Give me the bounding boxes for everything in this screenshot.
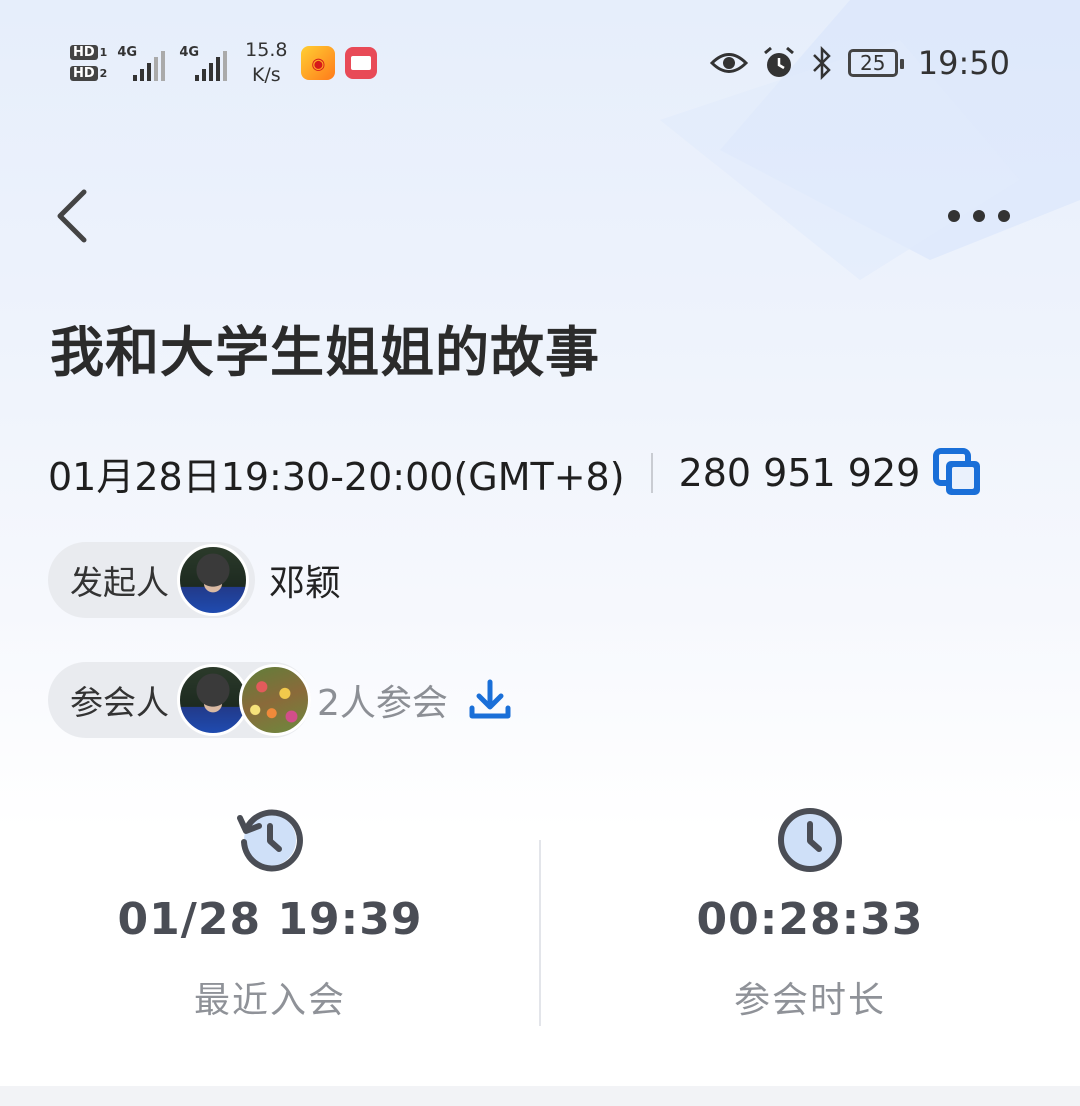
- clock-icon: [778, 808, 842, 872]
- duration-label: 参会时长: [733, 980, 886, 1021]
- download-icon[interactable]: [466, 676, 514, 724]
- meeting-stats: 01/28 19:39 最近入会 00:28:33 参会时长: [0, 800, 1080, 1040]
- participant-avatar: [239, 664, 311, 736]
- participants-pill[interactable]: 参会人: [48, 662, 311, 738]
- participants-count[interactable]: 2人参会: [317, 674, 448, 726]
- more-options-button[interactable]: [948, 198, 1010, 234]
- sim2-indicator: HD 2: [70, 66, 107, 81]
- recent-join-value: 01/28 19:39: [117, 894, 423, 945]
- host-row: 发起人 邓颖: [48, 542, 341, 618]
- copy-icon[interactable]: [932, 447, 984, 499]
- dot: [998, 210, 1010, 222]
- meeting-title: 我和大学生姐姐的故事: [50, 321, 600, 384]
- sim-indicators: HD 1 HD 2: [70, 45, 107, 81]
- history-icon: [237, 809, 303, 872]
- host-avatar: [177, 544, 249, 616]
- section-divider: [0, 1086, 1080, 1106]
- book-app-icon: [345, 47, 378, 79]
- duration-stat: 00:28:33 参会时长: [540, 800, 1080, 1023]
- participants-row: 参会人 2人参会: [48, 662, 514, 738]
- status-bar: HD 1 HD 2 4G 4G 15.8 K/s ◉ 25 19:50: [0, 0, 1080, 130]
- host-pill[interactable]: 发起人: [48, 542, 255, 618]
- duration-value: 00:28:33: [696, 894, 924, 945]
- host-name: 邓颖: [269, 563, 342, 604]
- eye-icon: [709, 53, 748, 73]
- dot: [948, 210, 960, 222]
- signal-icon-2: 4G: [179, 41, 231, 85]
- meeting-datetime: 01月28日19:30-20:00(GMT+8): [48, 454, 625, 499]
- back-button[interactable]: [48, 184, 104, 248]
- meeting-meta: 01月28日19:30-20:00(GMT+8) 280 951 929: [48, 446, 984, 500]
- sim1-indicator: HD 1: [70, 45, 107, 60]
- dot: [973, 210, 985, 222]
- battery-indicator: 25: [847, 49, 904, 77]
- alarm-icon: [763, 46, 794, 77]
- meeting-id: 280 951 929: [678, 451, 921, 495]
- app-notification-icon: ◉: [301, 46, 336, 80]
- recent-join-label: 最近入会: [193, 980, 346, 1021]
- meta-divider: [650, 453, 653, 493]
- bluetooth-icon: [812, 46, 831, 80]
- recent-join-stat: 01/28 19:39 最近入会: [0, 800, 540, 1023]
- host-label: 发起人: [70, 563, 169, 602]
- participants-label: 参会人: [70, 683, 169, 722]
- status-time: 19:50: [917, 44, 1010, 82]
- network-speed: 15.8 K/s: [245, 39, 288, 86]
- chevron-left-icon: [57, 189, 87, 243]
- signal-icon-1: 4G: [117, 41, 169, 85]
